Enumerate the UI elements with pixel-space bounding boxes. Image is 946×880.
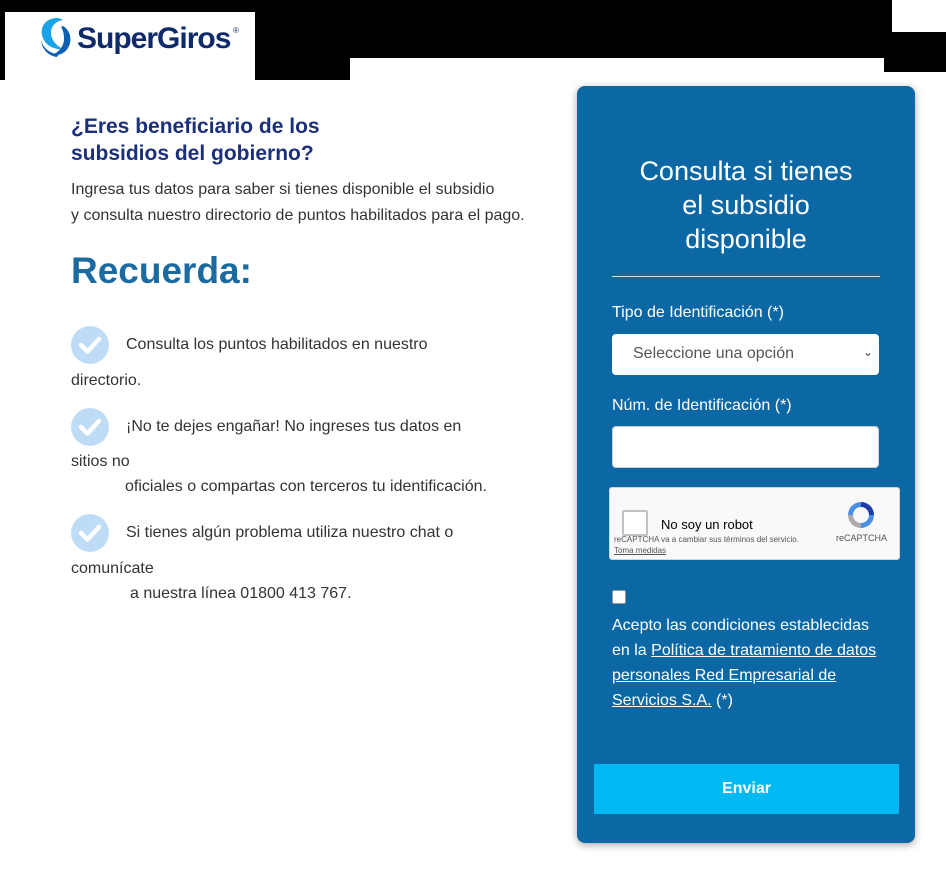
header-band-mid: [255, 58, 350, 80]
check-icon: [71, 408, 109, 446]
tip-3-line-3: a nuestra línea 01800 413 767.: [130, 585, 352, 602]
question-line-1: ¿Eres beneficiario de los: [71, 115, 320, 138]
check-icon: [71, 326, 109, 364]
intro-line-2: y consulta nuestro directorio de puntos …: [71, 207, 525, 224]
page-question-title: ¿Eres beneficiario de los subsidios del …: [71, 113, 391, 167]
header-band-right: [884, 32, 946, 72]
privacy-policy-link[interactable]: Política de tratamiento de datos persona…: [612, 642, 876, 709]
form-title-line-2: el subsidio: [682, 190, 810, 220]
tip-1-line-2: directorio.: [71, 372, 142, 389]
recaptcha-notice-text: reCAPTCHA va a cambiar sus términos del …: [614, 535, 799, 544]
form-title: Consulta si tienes el subsidio disponibl…: [577, 154, 915, 256]
recaptcha-brand: reCAPTCHA: [836, 533, 888, 543]
recaptcha-label: No soy un robot: [661, 517, 753, 532]
id-type-select[interactable]: Seleccione una opción ⌄: [612, 334, 879, 375]
intro-line-1: Ingresa tus datos para saber si tienes d…: [71, 181, 495, 198]
id-type-label: Tipo de Identificación (*): [612, 304, 784, 321]
remember-heading: Recuerda:: [71, 250, 252, 291]
recaptcha-checkbox[interactable]: [622, 510, 648, 536]
id-number-label: Núm. de Identificación (*): [612, 397, 792, 414]
recaptcha-notice-link[interactable]: Toma medidas: [614, 546, 666, 555]
recaptcha-logo-icon: [848, 502, 874, 528]
form-title-line-1: Consulta si tienes: [639, 156, 853, 186]
recaptcha-notice: reCAPTCHA va a cambiar sus términos del …: [614, 534, 814, 556]
accept-terms-suffix: (*): [711, 692, 733, 709]
subsidy-form-panel: Consulta si tienes el subsidio disponibl…: [577, 86, 915, 843]
tip-3-line-1: Si tienes algún problema utiliza nuestro…: [126, 524, 454, 541]
divider: [612, 276, 880, 277]
recaptcha-widget: No soy un robot reCAPTCHA va a cambiar s…: [609, 487, 900, 560]
chevron-down-icon: ⌄: [862, 345, 873, 359]
submit-button[interactable]: Enviar: [594, 764, 899, 814]
check-icon: [71, 514, 109, 552]
registered-mark: ®: [233, 26, 239, 35]
accept-terms-checkbox[interactable]: [612, 590, 626, 604]
form-title-line-3: disponible: [685, 224, 807, 254]
brand-name: SuperGiros: [77, 22, 231, 55]
tip-1-line-1: Consulta los puntos habilitados en nuest…: [126, 336, 428, 353]
tip-2-line-3: oficiales o compartas con terceros tu id…: [125, 478, 487, 495]
question-line-2: subsidios del gobierno?: [71, 142, 314, 165]
accept-terms-text: Acepto las condiciones establecidas en l…: [612, 613, 882, 713]
id-number-input[interactable]: [612, 426, 879, 468]
intro-text: Ingresa tus datos para saber si tienes d…: [71, 177, 581, 229]
supergiros-logo-icon: [41, 18, 71, 57]
tip-3-line-2: comunícate: [71, 560, 154, 577]
id-type-selected-value: Seleccione una opción: [633, 345, 795, 362]
tip-2-line-2: sitios no: [71, 453, 130, 470]
tip-2-line-1: ¡No te dejes engañar! No ingreses tus da…: [126, 418, 462, 435]
supergiros-logo[interactable]: SuperGiros ®: [5, 12, 255, 80]
